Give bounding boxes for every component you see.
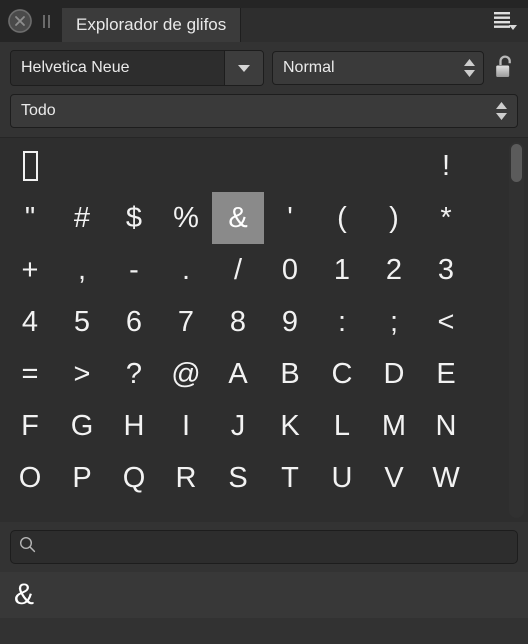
glyph-cell[interactable]: G (56, 400, 108, 452)
glyph-cell-empty[interactable] (108, 140, 160, 192)
glyph-cell[interactable]: 1 (316, 244, 368, 296)
glyph-cell-empty[interactable] (264, 140, 316, 192)
glyph-cell[interactable]: 6 (108, 296, 160, 348)
controls-area: Helvetica Neue Normal Todo (0, 42, 528, 134)
glyph-cell[interactable]: . (160, 244, 212, 296)
glyph-cell-empty[interactable] (368, 140, 420, 192)
glyph-cell[interactable]: 2 (368, 244, 420, 296)
glyph-cell[interactable]: / (212, 244, 264, 296)
search-area (0, 522, 528, 572)
glyph-filter-value: Todo (21, 102, 56, 119)
glyph-cell[interactable]: : (316, 296, 368, 348)
panel-bottom-filler (0, 618, 528, 644)
glyph-cell[interactable]: K (264, 400, 316, 452)
scrollbar-thumb[interactable] (511, 144, 522, 182)
glyph-cell[interactable]: 3 (420, 244, 472, 296)
glyph-cell[interactable]: 4 (4, 296, 56, 348)
drag-bar-left (42, 14, 45, 28)
glyph-cell[interactable]: D (368, 348, 420, 400)
search-box[interactable] (10, 530, 518, 564)
glyph-cell[interactable]: 8 (212, 296, 264, 348)
glyph-cell[interactable]: # (56, 192, 108, 244)
drag-bar-right (47, 14, 50, 28)
glyph-cell[interactable]: I (160, 400, 212, 452)
glyph-cell[interactable]: P (56, 452, 108, 504)
search-input[interactable] (36, 537, 509, 557)
glyph-cell[interactable]: J (212, 400, 264, 452)
glyph-cell[interactable]: W (420, 452, 472, 504)
drag-handle-icon[interactable] (36, 9, 56, 33)
glyph-cell[interactable]: % (160, 192, 212, 244)
glyph-cell[interactable]: @ (160, 348, 212, 400)
glyph-cell[interactable]: O (4, 452, 56, 504)
chevron-down-icon[interactable] (224, 51, 263, 85)
glyph-cell[interactable]: B (264, 348, 316, 400)
tab-strip-filler (240, 8, 528, 42)
glyph-cell[interactable]: L (316, 400, 368, 452)
glyph-cell-empty[interactable] (160, 140, 212, 192)
search-icon (19, 536, 36, 558)
glyph-cell[interactable]: Q (108, 452, 160, 504)
titlebar: Explorador de glifos (0, 0, 528, 42)
glyph-cell[interactable]: 9 (264, 296, 316, 348)
glyph-cell[interactable]: H (108, 400, 160, 452)
glyph-cell[interactable]: C (316, 348, 368, 400)
glyph-cell[interactable]: & (212, 192, 264, 244)
tab-label: Explorador de glifos (76, 15, 227, 34)
font-family-value: Helvetica Neue (11, 51, 224, 85)
font-style-select[interactable]: Normal (272, 51, 484, 85)
glyph-cell[interactable]: * (420, 192, 472, 244)
glyph-cell[interactable]: ' (264, 192, 316, 244)
glyph-cell[interactable]: > (56, 348, 108, 400)
glyph-cell[interactable]: 0 (264, 244, 316, 296)
tab-glyph-browser[interactable]: Explorador de glifos (62, 8, 241, 42)
glyph-cell[interactable]: M (368, 400, 420, 452)
glyph-cell[interactable]: N (420, 400, 472, 452)
glyph-cell[interactable]: ; (368, 296, 420, 348)
glyph-cell[interactable]: " (4, 192, 56, 244)
glyph-cell[interactable]: 5 (56, 296, 108, 348)
controls-row-filter: Todo (10, 94, 518, 128)
font-family-select[interactable]: Helvetica Neue (10, 50, 264, 86)
glyph-cell[interactable]: A (212, 348, 264, 400)
glyph-grid-scrollbar[interactable] (509, 142, 524, 518)
glyph-cell[interactable]: ! (420, 140, 472, 192)
close-circle-icon[interactable] (8, 9, 32, 33)
unlocked-padlock-icon[interactable] (492, 51, 518, 85)
glyph-cell[interactable]: , (56, 244, 108, 296)
glyph-cell[interactable]: U (316, 452, 368, 504)
glyph-cell[interactable]: $ (108, 192, 160, 244)
glyph-browser-panel: Explorador de glifos Helvetica Neue Norm… (0, 0, 528, 644)
font-style-value: Normal (283, 59, 335, 76)
glyph-cell[interactable]: S (212, 452, 264, 504)
glyph-grid-area: ! " # $% & '() * +, -./0 1 2 3 4 5 6 7 8 9:; < = >? @ A B C D E F G H… (0, 137, 528, 522)
glyph-filter-stepper[interactable] (491, 102, 511, 120)
glyph-filter-select[interactable]: Todo (10, 94, 518, 128)
controls-row-font: Helvetica Neue Normal (10, 50, 518, 86)
glyph-cell[interactable]: ( (316, 192, 368, 244)
glyph-cell-empty[interactable] (212, 140, 264, 192)
glyph-cell[interactable]: = (4, 348, 56, 400)
glyph-grid[interactable]: ! " # $% & '() * +, -./0 1 2 3 4 5 6 7 8 9:; < = >? @ A B C D E F G H… (0, 138, 528, 504)
glyph-cell[interactable]: R (160, 452, 212, 504)
titlebar-left-controls (0, 0, 56, 42)
hamburger-menu-icon[interactable] (488, 8, 522, 34)
glyph-cell-empty[interactable] (56, 140, 108, 192)
glyph-cell[interactable]: V (368, 452, 420, 504)
glyph-cell[interactable] (4, 140, 56, 192)
glyph-cell[interactable]: ? (108, 348, 160, 400)
font-style-stepper[interactable] (459, 59, 479, 77)
glyph-cell[interactable]: ) (368, 192, 420, 244)
glyph-cell[interactable]: 7 (160, 296, 212, 348)
glyph-cell[interactable]: T (264, 452, 316, 504)
selected-glyph-preview: & (0, 572, 528, 618)
glyph-cell[interactable]: + (4, 244, 56, 296)
preview-glyph: & (14, 578, 35, 611)
glyph-cell[interactable]: - (108, 244, 160, 296)
glyph-cell[interactable]: < (420, 296, 472, 348)
glyph-cell-empty[interactable] (316, 140, 368, 192)
glyph-cell[interactable]: E (420, 348, 472, 400)
glyph-cell[interactable]: F (4, 400, 56, 452)
